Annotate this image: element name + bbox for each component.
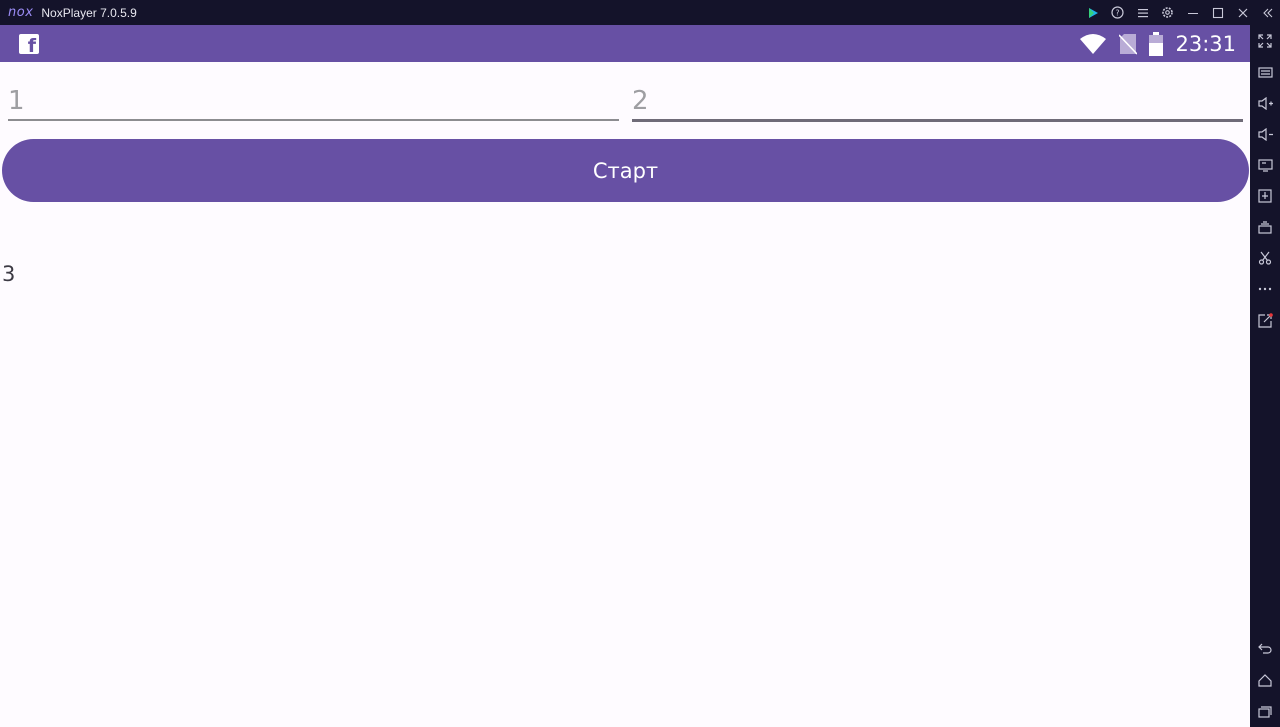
help-icon[interactable]: ? — [1105, 0, 1130, 25]
second-number-input[interactable] — [632, 80, 1243, 122]
svg-text:?: ? — [1115, 9, 1119, 18]
title-controls: ? — [1080, 0, 1280, 25]
window-title: NoxPlayer 7.0.5.9 — [41, 5, 137, 20]
menu-icon[interactable] — [1130, 0, 1155, 25]
status-clock: 23:31 — [1175, 31, 1236, 56]
apk-install-icon[interactable] — [1255, 186, 1275, 206]
recent-apps-icon[interactable] — [1255, 701, 1275, 721]
android-screen: f 23:31 Старт 3 — [0, 25, 1250, 727]
nox-logo: nox — [8, 5, 34, 20]
facebook-icon: f — [19, 34, 39, 57]
volume-down-icon[interactable] — [1255, 124, 1275, 144]
minimize-icon[interactable] — [1180, 0, 1205, 25]
battery-icon — [1149, 31, 1164, 56]
more-icon[interactable] — [1255, 279, 1275, 299]
android-statusbar: f 23:31 — [0, 25, 1250, 62]
second-input-underline — [632, 119, 1243, 122]
home-icon[interactable] — [1255, 670, 1275, 690]
screen-icon[interactable] — [1255, 155, 1275, 175]
back-icon[interactable] — [1255, 639, 1275, 659]
close-icon[interactable] — [1230, 0, 1255, 25]
no-sim-icon — [1119, 33, 1138, 55]
volume-up-icon[interactable] — [1255, 93, 1275, 113]
keyboard-icon[interactable] — [1255, 62, 1275, 82]
result-text: 3 — [2, 262, 16, 286]
status-icons: 23:31 — [1079, 25, 1236, 62]
nox-sidebar — [1250, 25, 1280, 727]
external-link-icon[interactable] — [1255, 310, 1275, 330]
wifi-icon — [1080, 33, 1107, 54]
first-number-input[interactable] — [8, 80, 619, 122]
window-titlebar: nox NoxPlayer 7.0.5.9 ? — [0, 0, 1280, 25]
maximize-icon[interactable] — [1205, 0, 1230, 25]
play-store-icon[interactable] — [1080, 0, 1105, 25]
start-button[interactable]: Старт — [2, 139, 1249, 202]
multi-instance-icon[interactable] — [1255, 217, 1275, 237]
settings-icon[interactable] — [1155, 0, 1180, 25]
screenshot-icon[interactable] — [1255, 248, 1275, 268]
collapse-sidebar-icon[interactable] — [1255, 0, 1280, 25]
fullscreen-icon[interactable] — [1255, 31, 1275, 51]
first-input-underline — [8, 119, 619, 121]
